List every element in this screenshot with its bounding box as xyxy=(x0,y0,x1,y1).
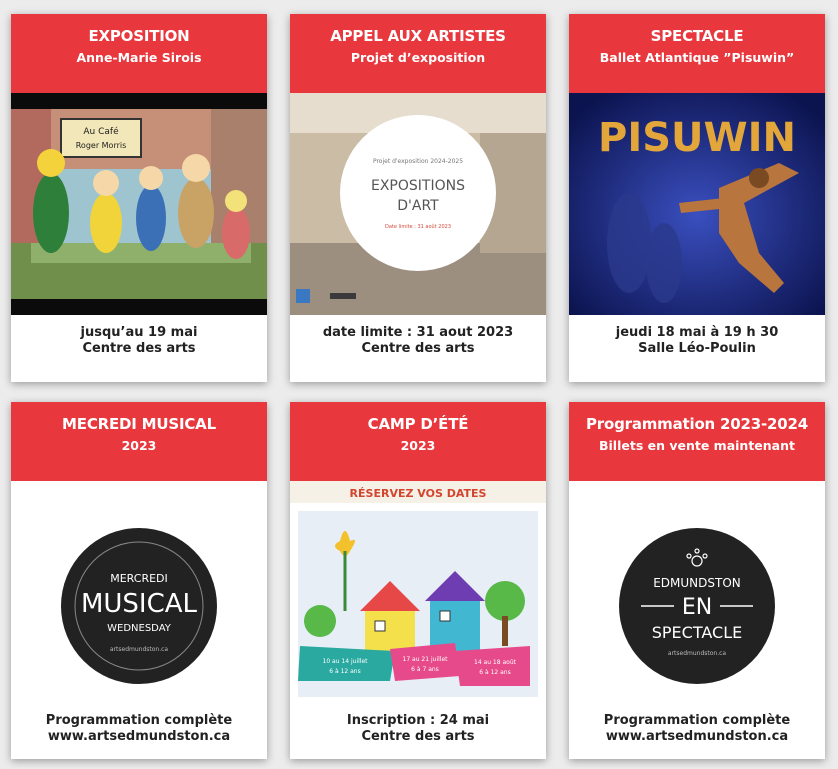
pisuwin-logo-text: PISUWIN xyxy=(598,115,796,161)
card-title: Programmation 2023-2024 xyxy=(586,415,808,433)
card-title: EXPOSITION xyxy=(88,27,190,45)
logo-icon xyxy=(330,293,356,299)
logo-en: EN xyxy=(682,595,712,620)
card-subtitle: Ballet Atlantique ”Pisuwin” xyxy=(599,50,795,65)
card-subtitle: 2023 xyxy=(400,438,436,453)
card-image-mercredi-logo[interactable]: MERCREDI MUSICAL WEDNESDAY artsedmundsto… xyxy=(11,481,267,703)
card-title: APPEL AUX ARTISTES xyxy=(330,27,506,45)
camp-date-1: 10 au 14 juillet xyxy=(323,658,369,665)
card-footer: Programmation complète www.artsedmundsto… xyxy=(11,703,267,759)
card-image-camp-drawing[interactable]: RÉSERVEZ VOS DATES 10 au 14 juillet 6 à … xyxy=(290,481,546,703)
card-subtitle: Projet d’exposition xyxy=(350,50,486,65)
logo-website: artsedmundston.ca xyxy=(110,646,169,653)
event-card-camp-ete[interactable]: CAMP D’ÉTÉ 2023 RÉSERVEZ VOS DATES 10 au… xyxy=(290,402,546,759)
card-location: Centre des arts xyxy=(82,341,196,356)
card-footer: jeudi 18 mai à 19 h 30 Salle Léo-Poulin xyxy=(569,315,825,382)
card-image-gallery[interactable]: Projet d'exposition 2024-2025 EXPOSITION… xyxy=(290,93,546,315)
card-title: SPECTACLE xyxy=(650,27,744,45)
card-image-edmundston-logo[interactable]: EDMUNDSTON EN SPECTACLE artsedmundston.c… xyxy=(569,481,825,703)
card-footer: Inscription : 24 mai Centre des arts xyxy=(290,703,546,759)
event-card-programmation[interactable]: Programmation 2023-2024 Billets en vente… xyxy=(569,402,825,759)
camp-date-3: 14 au 18 août xyxy=(474,659,517,666)
gallery-title-line1: EXPOSITIONS xyxy=(371,178,465,194)
logo-musical: MUSICAL xyxy=(81,589,198,619)
card-header: EXPOSITION Anne-Marie Sirois xyxy=(11,14,267,93)
card-location: Centre des arts xyxy=(361,341,475,356)
card-info: Programmation complète xyxy=(45,713,233,728)
cafe-sign-line2: Roger Morris xyxy=(76,141,127,150)
gallery-project-label: Projet d'exposition 2024-2025 xyxy=(373,158,463,165)
logo-wednesday: WEDNESDAY xyxy=(107,623,172,634)
logo-spectacle: SPECTACLE xyxy=(652,623,742,642)
card-date: jeudi 18 mai à 19 h 30 xyxy=(615,325,779,340)
card-location: Centre des arts xyxy=(361,729,475,744)
camp-date-2: 17 au 21 juillet xyxy=(403,656,449,663)
card-subtitle: Anne-Marie Sirois xyxy=(76,50,202,65)
events-grid: EXPOSITION Anne-Marie Sirois Au Café Rog… xyxy=(0,0,838,769)
logo-edmundston: EDMUNDSTON xyxy=(653,576,741,590)
card-header: SPECTACLE Ballet Atlantique ”Pisuwin” xyxy=(569,14,825,93)
camp-age-2: 6 à 7 ans xyxy=(411,666,439,673)
card-location: Salle Léo-Poulin xyxy=(638,341,756,356)
camp-banner-text: RÉSERVEZ VOS DATES xyxy=(350,487,487,500)
card-info: Programmation complète xyxy=(603,713,791,728)
card-header: Programmation 2023-2024 Billets en vente… xyxy=(569,402,825,481)
event-card-appel-artistes[interactable]: APPEL AUX ARTISTES Projet d’exposition P… xyxy=(290,14,546,382)
card-image-cartoon[interactable]: Au Café Roger Morris xyxy=(11,93,267,315)
card-footer: date limite : 31 aout 2023 Centre des ar… xyxy=(290,315,546,382)
event-card-spectacle[interactable]: SPECTACLE Ballet Atlantique ”Pisuwin” PI… xyxy=(569,14,825,382)
camp-age-3: 6 à 12 ans xyxy=(479,669,510,676)
card-header: CAMP D’ÉTÉ 2023 xyxy=(290,402,546,481)
logo-icon xyxy=(296,289,310,303)
card-footer: jusqu’au 19 mai Centre des arts xyxy=(11,315,267,382)
event-card-exposition[interactable]: EXPOSITION Anne-Marie Sirois Au Café Rog… xyxy=(11,14,267,382)
card-subtitle: 2023 xyxy=(121,438,157,453)
cafe-sign-line1: Au Café xyxy=(83,126,119,137)
logo-mercredi: MERCREDI xyxy=(110,572,168,585)
card-subtitle: Billets en vente maintenant xyxy=(599,438,795,453)
card-title: MECREDI MUSICAL xyxy=(62,415,216,433)
card-date: Inscription : 24 mai xyxy=(346,713,490,728)
card-website[interactable]: www.artsedmundston.ca xyxy=(569,729,825,745)
card-date: date limite : 31 aout 2023 xyxy=(322,325,514,340)
card-website[interactable]: www.artsedmundston.ca xyxy=(11,729,267,745)
card-footer: Programmation complète www.artsedmundsto… xyxy=(569,703,825,759)
gallery-title-line2: D'ART xyxy=(397,198,439,214)
card-header: APPEL AUX ARTISTES Projet d’exposition xyxy=(290,14,546,93)
camp-age-1: 6 à 12 ans xyxy=(329,668,360,675)
event-card-mercredi-musical[interactable]: MECREDI MUSICAL 2023 MERCREDI MUSICAL WE… xyxy=(11,402,267,759)
logo-website: artsedmundston.ca xyxy=(668,650,727,657)
card-date: jusqu’au 19 mai xyxy=(80,325,198,340)
card-title: CAMP D’ÉTÉ xyxy=(367,415,469,433)
gallery-deadline: Date limite : 31 août 2023 xyxy=(385,223,451,230)
card-image-ballet[interactable]: PISUWIN xyxy=(569,93,825,315)
card-header: MECREDI MUSICAL 2023 xyxy=(11,402,267,481)
